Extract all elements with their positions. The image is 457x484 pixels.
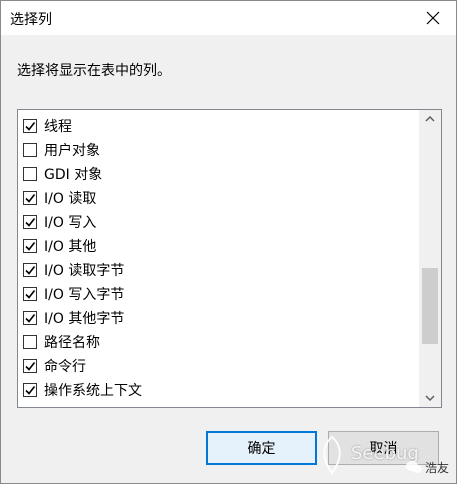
column-checkbox[interactable] [23, 239, 37, 253]
column-checkbox[interactable] [23, 191, 37, 205]
column-option[interactable]: GDI 对象 [18, 162, 417, 186]
checkmark-icon [25, 362, 36, 371]
vertical-scrollbar[interactable] [419, 110, 441, 407]
scroll-up-arrow-icon [425, 116, 435, 122]
column-label: GDI 对象 [44, 167, 103, 183]
column-label: 路径名称 [44, 335, 100, 351]
dialog-title: 选择列 [10, 12, 52, 28]
column-label: 操作系统上下文 [44, 383, 142, 399]
checkmark-icon [25, 290, 36, 299]
checkmark-icon [25, 122, 36, 131]
column-option[interactable]: 平台 [18, 402, 417, 408]
column-option[interactable]: I/O 其他字节 [18, 306, 417, 330]
select-columns-dialog: 选择列 选择将显示在表中的列。 线程用户对象 GDI 对象 I/O 读取 I/O 写入… [0, 0, 457, 484]
column-option[interactable]: 用户对象 [18, 138, 417, 162]
checkmark-icon [25, 314, 36, 323]
column-label: I/O 写入 [44, 215, 97, 231]
column-option[interactable]: I/O 读取字节 [18, 258, 417, 282]
title-bar: 选择列 [1, 1, 456, 35]
column-label: I/O 写入字节 [44, 287, 125, 303]
close-icon [426, 11, 440, 25]
column-checkbox[interactable] [23, 143, 37, 157]
column-option[interactable]: I/O 读取 [18, 186, 417, 210]
scroll-down-button[interactable] [419, 389, 441, 407]
column-checkbox[interactable] [23, 215, 37, 229]
checkmark-icon [25, 266, 36, 275]
column-option[interactable]: 操作系统上下文 [18, 378, 417, 402]
column-label: I/O 读取 [44, 191, 97, 207]
scroll-thumb[interactable] [422, 268, 438, 344]
column-label: 用户对象 [44, 143, 100, 159]
column-checkbox[interactable] [23, 167, 37, 181]
column-label: I/O 其他字节 [44, 311, 125, 327]
column-label: 平台 [44, 404, 72, 407]
column-checkbox[interactable] [23, 335, 37, 349]
checkmark-icon [25, 386, 36, 395]
column-checkbox[interactable] [23, 359, 37, 373]
column-label: 线程 [44, 119, 72, 135]
checkmark-icon [25, 242, 36, 251]
column-checkbox[interactable] [23, 311, 37, 325]
scroll-up-button[interactable] [419, 110, 441, 128]
column-checkbox[interactable] [23, 407, 37, 408]
column-option[interactable]: I/O 其他 [18, 234, 417, 258]
column-option[interactable]: 命令行 [18, 354, 417, 378]
column-checkbox[interactable] [23, 263, 37, 277]
column-option[interactable]: 路径名称 [18, 330, 417, 354]
column-checkbox[interactable] [23, 383, 37, 397]
column-option[interactable]: I/O 写入字节 [18, 282, 417, 306]
checkmark-icon [25, 194, 36, 203]
scroll-down-arrow-icon [425, 395, 435, 401]
column-label: 命令行 [44, 359, 86, 375]
column-label: I/O 其他 [44, 239, 97, 255]
columns-list[interactable]: 线程用户对象 GDI 对象 I/O 读取 I/O 写入 I/O 其他 I/O 读取字节 I/… [17, 109, 442, 408]
instruction-text: 选择将显示在表中的列。 [17, 63, 171, 79]
close-button[interactable] [416, 3, 450, 33]
column-option[interactable]: 线程 [18, 114, 417, 138]
column-checkbox[interactable] [23, 119, 37, 133]
column-label: I/O 读取字节 [44, 263, 125, 279]
column-option[interactable]: I/O 写入 [18, 210, 417, 234]
column-checkbox[interactable] [23, 287, 37, 301]
columns-list-items: 线程用户对象 GDI 对象 I/O 读取 I/O 写入 I/O 其他 I/O 读取字节 I/… [18, 114, 417, 408]
cancel-button[interactable]: 取消 [328, 431, 439, 465]
ok-button[interactable]: 确定 [206, 431, 317, 465]
checkmark-icon [25, 218, 36, 227]
